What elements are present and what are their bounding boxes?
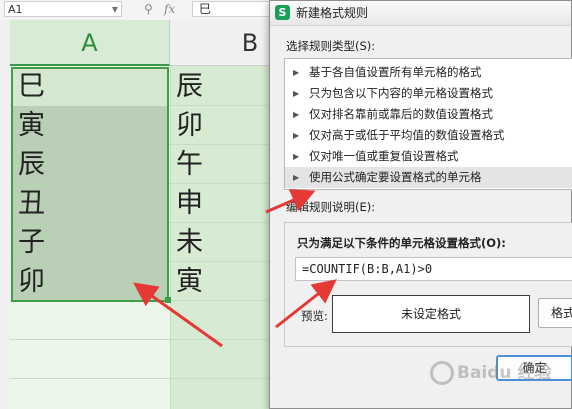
fx-icon[interactable]: fx <box>164 2 175 16</box>
cell-a1[interactable]: 巳 <box>11 67 169 106</box>
rule-description-panel: 只为满足以下条件的单元格设置格式(O): =COUNTIF(B:B,A1)>0 … <box>284 222 572 347</box>
cell-b6[interactable]: 寅 <box>171 262 279 301</box>
cell-b1[interactable]: 辰 <box>171 67 279 106</box>
rule-type-item[interactable]: ▶ 基于各自值设置所有单元格的格式 <box>285 62 572 83</box>
gridline <box>10 339 280 340</box>
watermark: Baidu 经验 <box>430 358 572 388</box>
cell-a4[interactable]: 丑 <box>11 184 169 223</box>
cell-b2[interactable]: 卯 <box>171 106 279 145</box>
cell-a2[interactable]: 寅 <box>11 106 169 145</box>
gridline <box>10 378 280 379</box>
edit-description-label: 编辑规则说明(E): <box>286 200 376 214</box>
preview-box: 未设定格式 <box>332 295 530 333</box>
rule-type-item-selected[interactable]: ▶ 使用公式确定要设置格式的单元格 <box>285 167 572 188</box>
preview-label: 预览: <box>301 309 328 323</box>
triangle-right-icon: ▶ <box>293 152 300 161</box>
dialog-titlebar[interactable]: S 新建格式规则 <box>270 1 571 26</box>
triangle-right-icon: ▶ <box>293 110 300 119</box>
new-format-rule-dialog: S 新建格式规则 选择规则类型(S): ▶ 基于各自值设置所有单元格的格式 ▶ … <box>269 0 572 409</box>
cell-a6[interactable]: 卯 <box>11 262 169 301</box>
cell-b5[interactable]: 未 <box>171 223 279 262</box>
cell-a3[interactable]: 辰 <box>11 145 169 184</box>
cell-b4[interactable]: 申 <box>171 184 279 223</box>
cell-a5[interactable]: 子 <box>11 223 169 262</box>
rule-type-list: ▶ 基于各自值设置所有单元格的格式 ▶ 只为包含以下内容的单元格设置格式 ▶ 仅… <box>284 58 572 190</box>
wps-app-icon: S <box>275 5 290 20</box>
rule-type-label: 选择规则类型(S): <box>286 39 376 53</box>
formula-input[interactable]: 巳 <box>192 1 272 17</box>
cell-b3[interactable]: 午 <box>171 145 279 184</box>
name-box[interactable]: A1 ▼ <box>4 1 122 17</box>
watermark-text: Baidu 经验 <box>457 363 552 383</box>
chevron-down-icon[interactable]: ▼ <box>112 2 118 18</box>
dialog-title: 新建格式规则 <box>296 6 369 20</box>
triangle-right-icon: ▶ <box>293 173 300 182</box>
rule-type-item[interactable]: ▶ 仅对高于或低于平均值的数值设置格式 <box>285 125 572 146</box>
formula-field[interactable]: =COUNTIF(B:B,A1)>0 <box>295 257 572 281</box>
rule-type-item[interactable]: ▶ 仅对排名靠前或靠后的数值设置格式 <box>285 104 572 125</box>
rule-type-item[interactable]: ▶ 仅对唯一值或重复值设置格式 <box>285 146 572 167</box>
name-box-value: A1 <box>8 3 23 16</box>
triangle-right-icon: ▶ <box>293 89 300 98</box>
rule-type-item[interactable]: ▶ 只为包含以下内容的单元格设置格式 <box>285 83 572 104</box>
triangle-right-icon: ▶ <box>293 68 300 77</box>
column-header-a[interactable]: A <box>10 20 170 66</box>
triangle-right-icon: ▶ <box>293 131 300 140</box>
fill-handle[interactable] <box>165 297 171 303</box>
baidu-paw-icon <box>430 361 454 385</box>
condition-label: 只为满足以下条件的单元格设置格式(O): <box>297 236 506 250</box>
format-button[interactable]: 格式(F)... <box>538 298 572 328</box>
magnifier-icon[interactable]: ⚲ <box>144 2 153 16</box>
